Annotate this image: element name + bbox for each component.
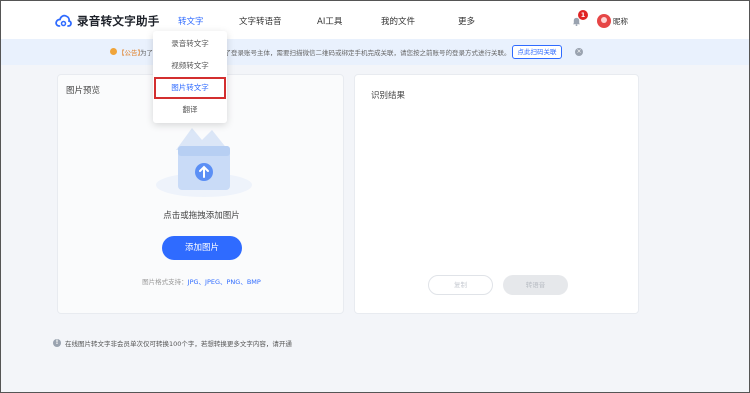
menu-item-translate[interactable]: 翻译 bbox=[153, 99, 227, 121]
scan-link-button[interactable]: 点此扫码关联 bbox=[512, 45, 562, 59]
upload-hint: 点击或拖拽添加图片 bbox=[163, 211, 240, 221]
panel-title: 识别结果 bbox=[371, 91, 406, 101]
nav-more[interactable]: 更多 bbox=[458, 15, 475, 27]
panel-title: 图片预览 bbox=[66, 86, 101, 96]
top-header: 录音转文字助手 转文字 文字转语音 AI工具 我的文件 更多 1 昵称 bbox=[1, 1, 749, 39]
notification-badge: 1 bbox=[578, 10, 588, 20]
app-name: 录音转文字助手 bbox=[77, 14, 160, 28]
user-nickname[interactable]: 昵称 bbox=[613, 16, 628, 27]
formats-label: 图片格式支持： bbox=[142, 278, 188, 286]
usage-note: ! 在线图片转文字非会员单次仅可转换100个字，若想转换更多文字内容，请开通 bbox=[53, 338, 292, 348]
usage-note-text: 在线图片转文字非会员单次仅可转换100个字，若想转换更多文字内容，请开通 bbox=[65, 340, 292, 348]
menu-item-video-to-text[interactable]: 视频转文字 bbox=[153, 55, 227, 77]
nav-to-text[interactable]: 转文字 bbox=[178, 15, 204, 27]
app-logo[interactable]: 录音转文字助手 bbox=[55, 13, 160, 29]
result-panel: 识别结果 复制 转语音 bbox=[354, 74, 639, 314]
nav-text-to-speech[interactable]: 文字转语音 bbox=[239, 15, 282, 27]
info-icon: ! bbox=[53, 339, 61, 347]
supported-formats: 图片格式支持：JPG、JPEG、PNG、BMP bbox=[58, 276, 345, 286]
upload-illustration-icon bbox=[156, 128, 252, 197]
announcement-bar: 【公告】 为了您的账号安全，我们更新了登录账号主体，需要扫描微信二维码或绑定手机… bbox=[1, 39, 749, 65]
convert-to-speech-button[interactable]: 转语音 bbox=[503, 275, 568, 295]
close-icon[interactable]: × bbox=[575, 48, 583, 56]
nav-ai-tools[interactable]: AI工具 bbox=[317, 15, 342, 27]
cloud-logo-icon bbox=[55, 14, 72, 27]
announcement-icon bbox=[110, 48, 117, 55]
menu-item-image-to-text[interactable]: 图片转文字 bbox=[154, 77, 226, 99]
avatar[interactable] bbox=[597, 14, 611, 28]
nav-my-files[interactable]: 我的文件 bbox=[381, 15, 415, 27]
formats-value: JPG、JPEG、PNG、BMP bbox=[187, 278, 261, 286]
add-image-button[interactable]: 添加图片 bbox=[162, 236, 242, 260]
copy-button[interactable]: 复制 bbox=[428, 275, 493, 295]
to-text-dropdown: 录音转文字 视频转文字 图片转文字 翻译 bbox=[153, 31, 227, 123]
menu-item-audio-to-text[interactable]: 录音转文字 bbox=[153, 33, 227, 55]
